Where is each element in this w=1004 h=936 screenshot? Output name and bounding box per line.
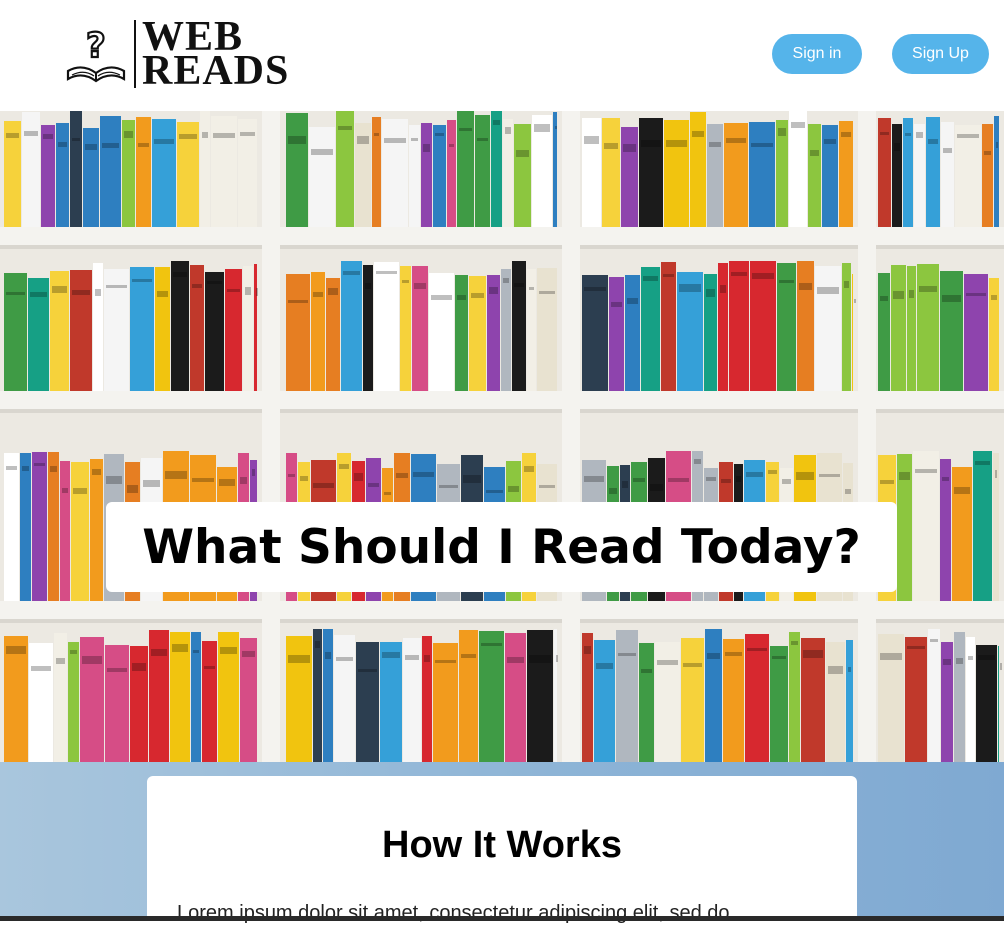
bottom-bar: [0, 916, 1004, 921]
how-it-works-heading: How It Works: [382, 824, 622, 866]
hero-title: What Should I Read Today?: [106, 502, 897, 592]
how-it-works-section: How It Works Lorem ipsum dolor sit amet,…: [0, 762, 1004, 936]
logo-line-2: READS: [142, 48, 290, 94]
svg-text:?: ?: [86, 26, 106, 66]
logo-text: WEB READS: [142, 16, 290, 94]
book-question-icon: ?: [66, 25, 126, 83]
hero-banner: What Should I Read Today?: [0, 111, 1004, 762]
how-it-works-card: How It Works Lorem ipsum dolor sit amet,…: [147, 776, 857, 936]
how-it-works-text: Lorem ipsum dolor sit amet, consectetur …: [177, 902, 730, 924]
sign-up-button[interactable]: Sign Up: [892, 34, 989, 74]
site-header: ? WEB READS Sign in Sign Up: [0, 0, 1004, 111]
bookshelf-image: [0, 111, 1004, 762]
logo[interactable]: ? WEB READS: [64, 16, 290, 94]
logo-divider: [134, 20, 136, 88]
sign-in-button[interactable]: Sign in: [772, 34, 862, 74]
